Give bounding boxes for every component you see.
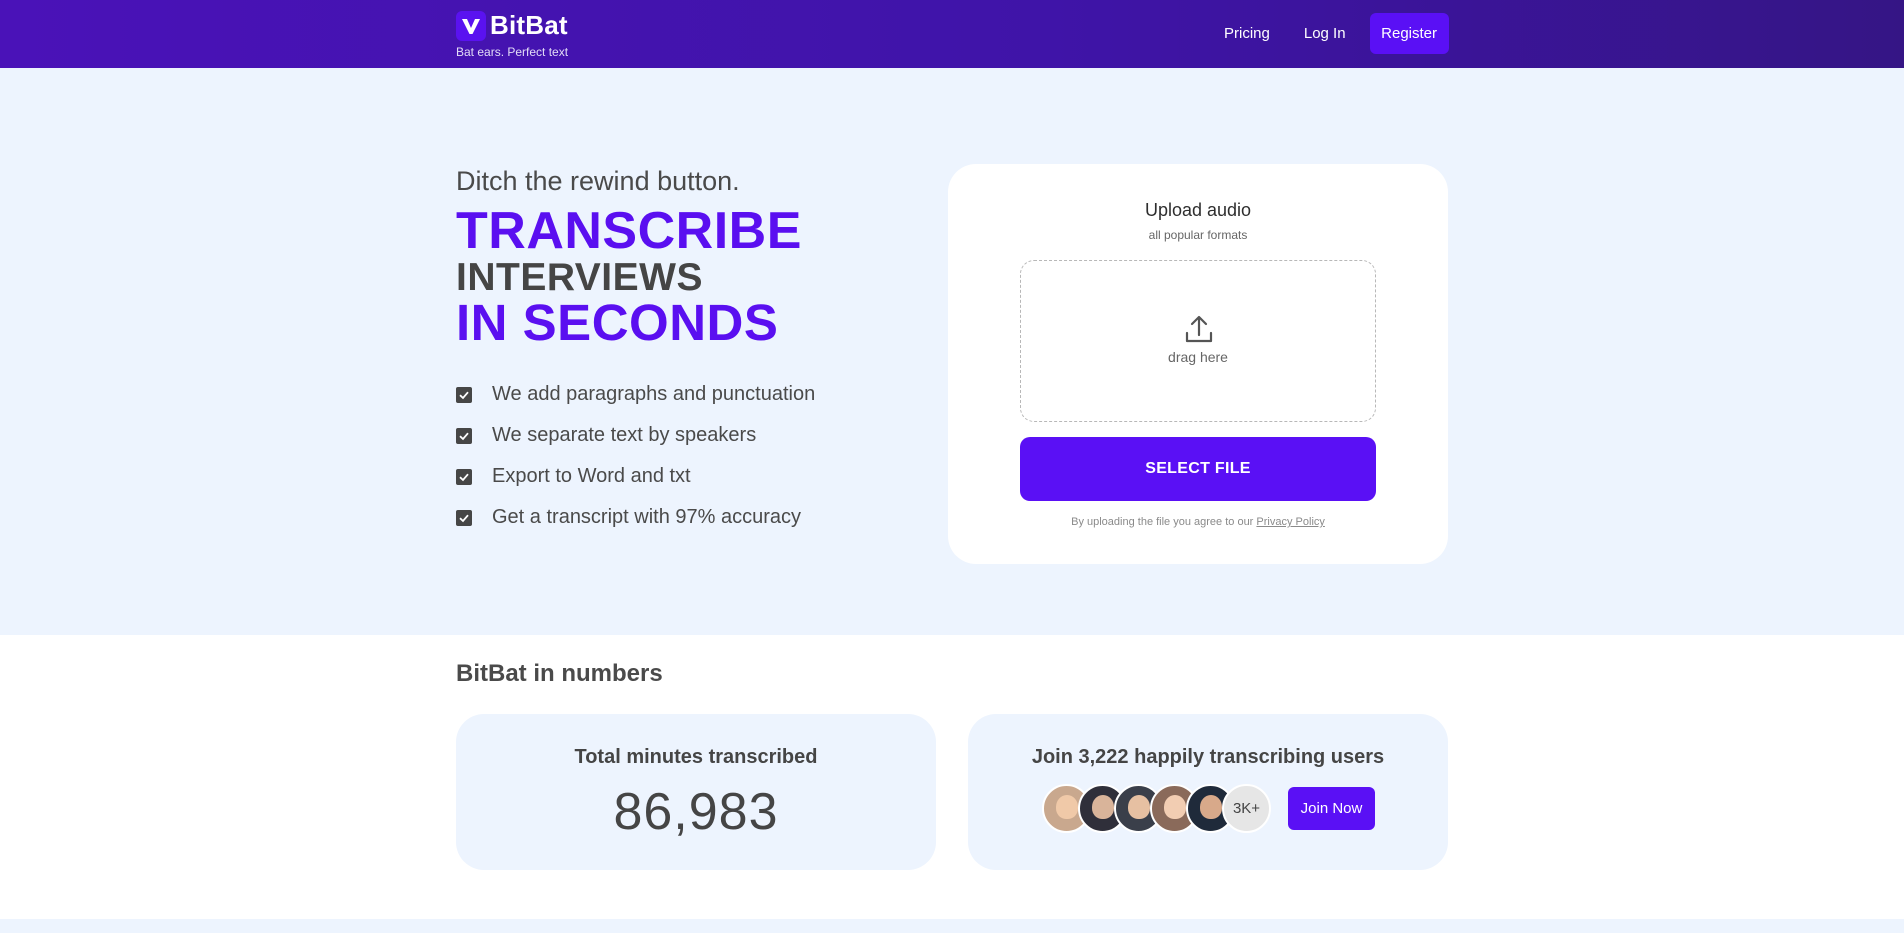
users-label: Join 3,222 happily transcribing users: [1031, 746, 1385, 768]
minutes-value: 86,983: [613, 783, 779, 841]
minutes-label: Total minutes transcribed: [574, 746, 818, 768]
logo-row: BitBat: [456, 10, 568, 41]
privacy-policy-link[interactable]: Privacy Policy: [1256, 516, 1324, 528]
upload-subtitle: all popular formats: [1148, 228, 1248, 242]
checkbox-checked-icon: [456, 427, 472, 444]
brand[interactable]: BitBat Bat ears. Perfect text: [456, 10, 568, 59]
nav-pricing-link[interactable]: Pricing: [1210, 14, 1284, 54]
nav-login-link[interactable]: Log In: [1290, 14, 1360, 54]
upload-card: Upload audio all popular formats drag he…: [948, 164, 1448, 564]
hero-section: Ditch the rewind button. TRANSCRIBE INTE…: [0, 68, 1904, 635]
hero-headline-line1: TRANSCRIBE: [456, 202, 802, 260]
feature-text: We add paragraphs and punctuation: [492, 383, 816, 405]
register-button[interactable]: Register: [1369, 13, 1449, 54]
users-stat-card: Join 3,222 happily transcribing users 3K…: [968, 714, 1448, 870]
feature-item: Get a transcript with 97% accuracy: [456, 497, 815, 538]
consent-text: By uploading the file you agree to our: [1071, 516, 1254, 528]
upload-arrow-icon: [1183, 313, 1215, 345]
more-users-badge: 3K+: [1222, 784, 1271, 833]
top-navbar: BitBat Bat ears. Perfect text Pricing Lo…: [0, 0, 1904, 68]
numbers-section-title: BitBat in numbers: [456, 660, 663, 687]
hero-headline-line3: IN SECONDS: [456, 294, 779, 351]
minutes-stat-card: Total minutes transcribed 86,983: [456, 714, 936, 870]
upload-consent: By uploading the file you agree to our P…: [948, 516, 1448, 528]
feature-item: We separate text by speakers: [456, 415, 815, 456]
hero-subheading: Ditch the rewind button.: [456, 166, 740, 196]
next-section-edge: [0, 919, 1904, 933]
bat-v-logo-icon: [456, 10, 486, 41]
main-nav: Pricing Log In Register: [1210, 13, 1449, 54]
feature-text: Get a transcript with 97% accuracy: [492, 506, 802, 528]
file-dropzone[interactable]: drag here: [1020, 260, 1376, 422]
feature-text: Export to Word and txt: [492, 465, 691, 487]
join-now-button[interactable]: Join Now: [1288, 787, 1375, 830]
feature-item: We add paragraphs and punctuation: [456, 374, 815, 415]
checkbox-checked-icon: [456, 468, 472, 485]
feature-item: Export to Word and txt: [456, 456, 815, 497]
select-file-button[interactable]: SELECT FILE: [1020, 437, 1376, 501]
checkbox-checked-icon: [456, 509, 472, 526]
brand-tagline: Bat ears. Perfect text: [456, 45, 569, 59]
brand-name: BitBat: [490, 10, 568, 40]
drag-here-text: drag here: [1168, 349, 1228, 365]
feature-text: We separate text by speakers: [492, 424, 757, 446]
user-avatars: 3K+: [1042, 784, 1271, 833]
upload-title: Upload audio: [1144, 200, 1252, 220]
checkbox-checked-icon: [456, 386, 472, 403]
feature-list: We add paragraphs and punctuation We sep…: [456, 374, 815, 538]
